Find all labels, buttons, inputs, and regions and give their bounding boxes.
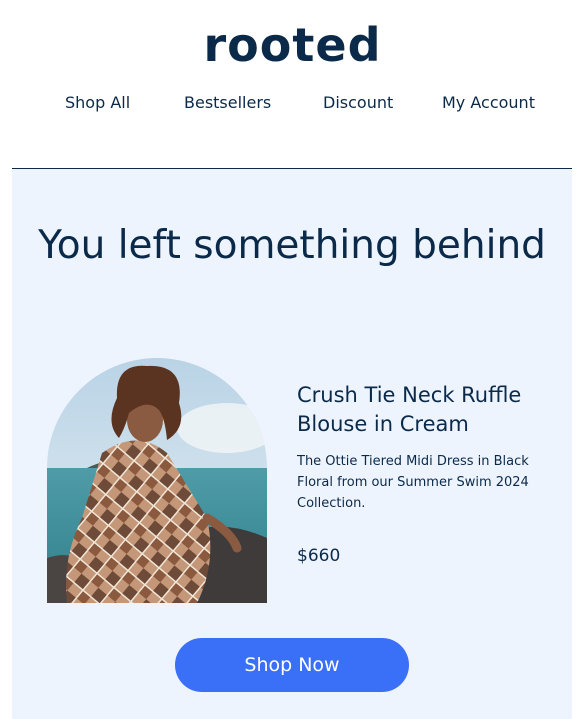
product-photo-illustration <box>47 358 267 603</box>
nav-item-discount[interactable]: Discount <box>323 93 393 112</box>
product-image[interactable] <box>47 358 267 603</box>
main-nav: Shop All Bestsellers Discount My Account <box>0 93 585 117</box>
nav-item-my-account[interactable]: My Account <box>442 93 535 112</box>
product-description: The Ottie Tiered Midi Dress in Black Flo… <box>297 454 529 511</box>
nav-item-bestsellers[interactable]: Bestsellers <box>184 93 271 112</box>
product-name[interactable]: Crush Tie Neck Ruffle Blouse in Cream <box>297 381 557 439</box>
email-header: rooted Shop All Bestsellers Discount My … <box>0 0 585 170</box>
nav-item-shop-all[interactable]: Shop All <box>65 93 130 112</box>
headline: You left something behind <box>38 223 546 268</box>
brand-logo[interactable]: rooted <box>0 18 585 72</box>
product-price: $660 <box>297 546 341 566</box>
shop-now-button[interactable]: Shop Now <box>175 638 409 692</box>
cart-reminder-panel: You left something behind Crush Tie Neck… <box>12 169 572 719</box>
